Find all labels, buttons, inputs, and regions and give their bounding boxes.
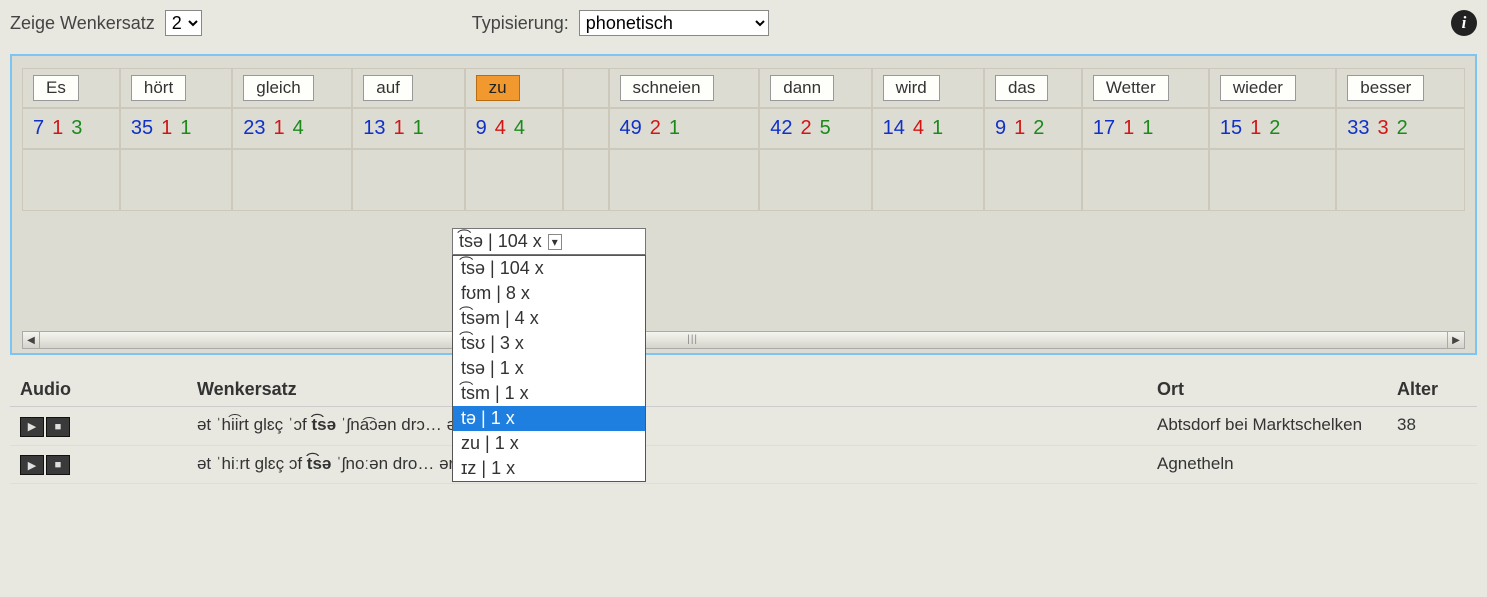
blank-row <box>22 149 1465 211</box>
age-cell: 38 <box>1387 407 1477 446</box>
word-es[interactable]: Es <box>33 75 79 101</box>
variant-option[interactable]: t͡səm | 4 x <box>453 306 645 331</box>
word-dann[interactable]: dann <box>770 75 834 101</box>
scroll-grip-icon: ||| <box>687 334 698 345</box>
counts-das: 912 <box>984 108 1082 149</box>
typisierung-select[interactable]: phonetisch <box>579 10 769 36</box>
table-header-row: Audio Wenkersatz Ort Alter <box>10 373 1477 407</box>
col-age: Alter <box>1387 373 1477 407</box>
scroll-track[interactable]: ||| <box>40 332 1447 348</box>
variant-option[interactable]: t͡sə | 104 x <box>453 256 645 281</box>
counts-schneien: 4921 <box>609 108 760 149</box>
counts-besser: 3332 <box>1336 108 1465 149</box>
typing-label: Typisierung: <box>472 13 569 34</box>
audio-controls[interactable]: ▶■ <box>20 455 70 475</box>
counts-row: 713351123141311944 4921422514419121711151… <box>22 108 1465 149</box>
scroll-left-icon[interactable]: ◀ <box>23 332 40 348</box>
word-wieder[interactable]: wieder <box>1220 75 1296 101</box>
variant-option[interactable]: t͡sm | 1 x <box>453 381 645 406</box>
counts-auf: 1311 <box>352 108 464 149</box>
stop-icon[interactable]: ■ <box>46 455 70 475</box>
variant-dropdown-list[interactable]: t͡sə | 104 xfʊm | 8 xt͡səm | 4 xt͡sʊ | 3… <box>452 255 646 482</box>
stop-icon[interactable]: ■ <box>46 417 70 437</box>
word-wird[interactable]: wird <box>883 75 940 101</box>
scroll-right-icon[interactable]: ▶ <box>1447 332 1464 348</box>
word-besser[interactable]: besser <box>1347 75 1424 101</box>
counts-hört: 3511 <box>120 108 232 149</box>
place-cell: Abtsdorf bei Marktschelken <box>1147 407 1387 446</box>
counts-zu: 944 <box>465 108 563 149</box>
play-icon[interactable]: ▶ <box>20 455 44 475</box>
col-sentence: Wenkersatz <box>187 373 1147 407</box>
sentence-cell: ət ˈhi͡irt glɛç ˈɔf t͡sə ˈʃna͡ɔən drɔ… ə… <box>187 407 1147 446</box>
word-gleich[interactable]: gleich <box>243 75 313 101</box>
variant-option[interactable]: tə | 1 x <box>453 406 645 431</box>
audio-controls[interactable]: ▶■ <box>20 417 70 437</box>
variant-option[interactable]: t͡sʊ | 3 x <box>453 331 645 356</box>
counts-gleich: 2314 <box>232 108 352 149</box>
chevron-down-icon: ▾ <box>548 234 562 250</box>
counts-dann: 4225 <box>759 108 871 149</box>
word-grid: Es hört gleich auf zu schneien dann wird das Wett… <box>22 68 1465 211</box>
variant-dropdown[interactable]: t͡sə | 104 x ▾ t͡sə | 104 xfʊm | 8 xt͡sə… <box>452 228 646 482</box>
counts-wieder: 1512 <box>1209 108 1336 149</box>
variant-option[interactable]: ɪz | 1 x <box>453 456 645 481</box>
place-cell: Agnetheln <box>1147 445 1387 484</box>
variant-option[interactable]: fʊm | 8 x <box>453 281 645 306</box>
word-hört[interactable]: hört <box>131 75 186 101</box>
variant-option[interactable]: tsə | 1 x <box>453 356 645 381</box>
word-row: Es hört gleich auf zu schneien dann wird das Wett… <box>22 68 1465 108</box>
show-label: Zeige Wenkersatz <box>10 13 155 34</box>
word-zu[interactable]: zu <box>476 75 520 101</box>
counts-wird: 1441 <box>872 108 984 149</box>
table-row: ▶■ ət ˈhi͡irt glɛç ˈɔf t͡sə ˈʃna͡ɔən drɔ…… <box>10 407 1477 446</box>
word-das[interactable]: das <box>995 75 1048 101</box>
wenkersatz-select[interactable]: 2 <box>165 10 202 36</box>
variant-option[interactable]: zu | 1 x <box>453 431 645 456</box>
counts-wetter: 1711 <box>1082 108 1209 149</box>
info-icon[interactable]: i <box>1451 10 1477 36</box>
variant-dropdown-value: t͡sə | 104 x <box>459 231 542 252</box>
age-cell <box>1387 445 1477 484</box>
results-table: Audio Wenkersatz Ort Alter ▶■ ət ˈhi͡irt … <box>10 373 1477 484</box>
h-scrollbar[interactable]: ◀ ||| ▶ <box>22 331 1465 349</box>
top-controls: Zeige Wenkersatz 2 Typisierung: phonetis… <box>10 10 1477 36</box>
sentence-cell: ət ˈhiːrt glɛç ɔf t͡sə ˈʃnoːən dro… ər ˈ… <box>187 445 1147 484</box>
word-schneien[interactable]: schneien <box>620 75 714 101</box>
counts-es: 713 <box>22 108 120 149</box>
col-place: Ort <box>1147 373 1387 407</box>
table-row: ▶■ ət ˈhiːrt glɛç ɔf t͡sə ˈʃnoːən dro… ər… <box>10 445 1477 484</box>
word-wetter[interactable]: Wetter <box>1093 75 1169 101</box>
play-icon[interactable]: ▶ <box>20 417 44 437</box>
word-auf[interactable]: auf <box>363 75 413 101</box>
variant-dropdown-closed[interactable]: t͡sə | 104 x ▾ <box>452 228 646 255</box>
col-audio: Audio <box>10 373 187 407</box>
word-panel: Es hört gleich auf zu schneien dann wird das Wett… <box>10 54 1477 355</box>
